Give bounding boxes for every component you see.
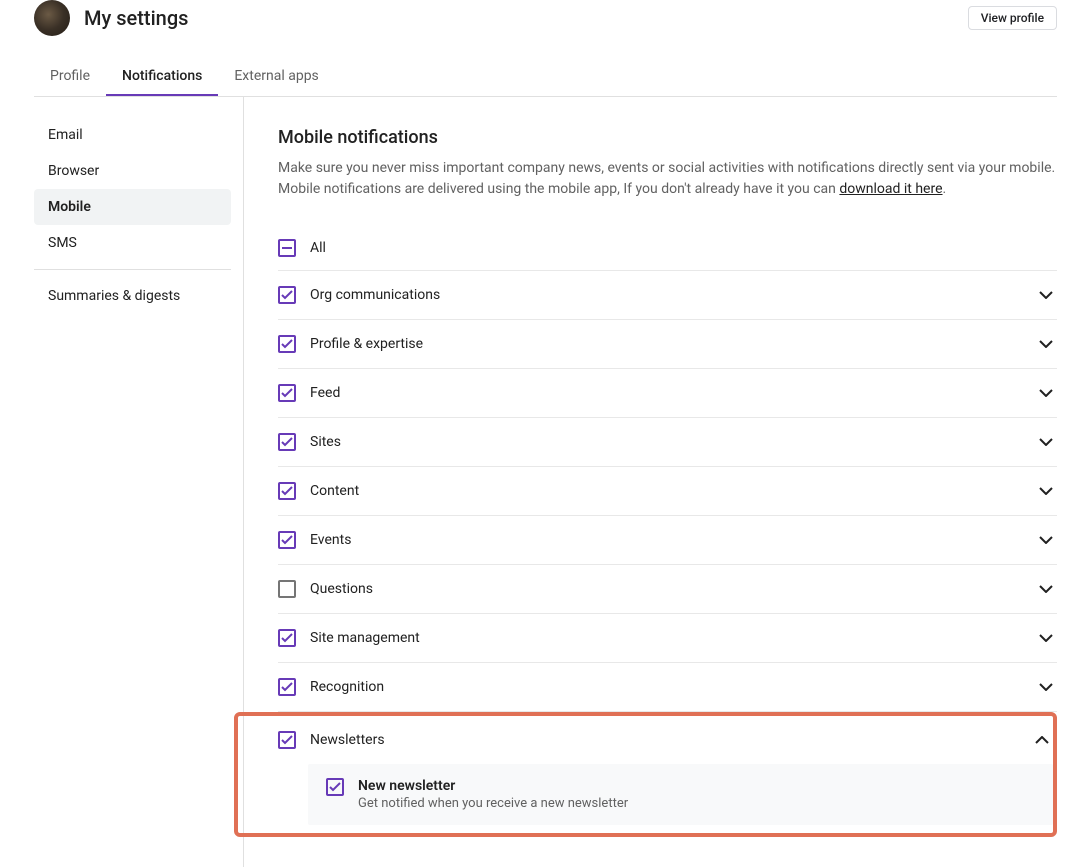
- sidebar-item-summaries[interactable]: Summaries & digests: [34, 278, 231, 314]
- sidebar-item-email[interactable]: Email: [34, 117, 231, 153]
- section-title: Mobile notifications: [278, 127, 1057, 148]
- settings-tabs: Profile Notifications External apps: [34, 58, 1057, 97]
- section-desc-period: .: [943, 181, 947, 197]
- download-link[interactable]: download it here: [839, 181, 942, 197]
- row-label-newsletters: Newsletters: [310, 732, 1031, 748]
- checkbox-events[interactable]: [278, 531, 296, 549]
- checkbox-recognition[interactable]: [278, 678, 296, 696]
- tab-notifications[interactable]: Notifications: [106, 58, 218, 96]
- row-content[interactable]: Content: [278, 467, 1057, 516]
- chevron-down-icon: [1035, 480, 1057, 502]
- row-events[interactable]: Events: [278, 516, 1057, 565]
- sidebar-item-mobile[interactable]: Mobile: [34, 189, 231, 225]
- chevron-down-icon: [1035, 431, 1057, 453]
- page-title: My settings: [84, 6, 968, 30]
- newsletters-highlight: Newsletters New newsletter Get notified …: [234, 712, 1057, 837]
- row-site-management[interactable]: Site management: [278, 614, 1057, 663]
- checkbox-new-newsletter[interactable]: [326, 778, 344, 796]
- checkbox-questions[interactable]: [278, 580, 296, 598]
- chevron-down-icon: [1035, 578, 1057, 600]
- row-label-site-management: Site management: [310, 630, 1035, 646]
- chevron-down-icon: [1035, 676, 1057, 698]
- row-newsletters[interactable]: Newsletters: [278, 716, 1053, 764]
- row-sites[interactable]: Sites: [278, 418, 1057, 467]
- row-label-recognition: Recognition: [310, 679, 1035, 695]
- row-feed[interactable]: Feed: [278, 369, 1057, 418]
- checkbox-feed[interactable]: [278, 384, 296, 402]
- tab-external-apps[interactable]: External apps: [218, 58, 334, 96]
- sub-desc-new-newsletter: Get notified when you receive a new news…: [358, 796, 628, 811]
- sidebar: Email Browser Mobile SMS Summaries & dig…: [34, 97, 244, 867]
- row-questions[interactable]: Questions: [278, 565, 1057, 614]
- checkbox-sites[interactable]: [278, 433, 296, 451]
- sidebar-item-browser[interactable]: Browser: [34, 153, 231, 189]
- chevron-down-icon: [1035, 382, 1057, 404]
- row-label-questions: Questions: [310, 581, 1035, 597]
- chevron-up-icon: [1031, 729, 1053, 751]
- row-label-all: All: [310, 240, 1057, 256]
- avatar[interactable]: [34, 0, 70, 36]
- row-profile-expertise[interactable]: Profile & expertise: [278, 320, 1057, 369]
- row-all[interactable]: All: [278, 226, 1057, 271]
- row-label-content: Content: [310, 483, 1035, 499]
- row-recognition[interactable]: Recognition: [278, 663, 1057, 712]
- sidebar-divider: [34, 269, 231, 270]
- sub-title-new-newsletter: New newsletter: [358, 778, 628, 794]
- row-label-feed: Feed: [310, 385, 1035, 401]
- chevron-down-icon: [1035, 284, 1057, 306]
- row-org[interactable]: Org communications: [278, 271, 1057, 320]
- checkbox-all[interactable]: [278, 239, 296, 257]
- checkbox-newsletters[interactable]: [278, 731, 296, 749]
- sidebar-item-sms[interactable]: SMS: [34, 225, 231, 261]
- checkbox-org[interactable]: [278, 286, 296, 304]
- section-description: Make sure you never miss important compa…: [278, 158, 1057, 200]
- checkbox-content[interactable]: [278, 482, 296, 500]
- view-profile-button[interactable]: View profile: [968, 6, 1057, 30]
- chevron-down-icon: [1035, 333, 1057, 355]
- row-label-org: Org communications: [310, 287, 1035, 303]
- row-label-profile-expertise: Profile & expertise: [310, 336, 1035, 352]
- chevron-down-icon: [1035, 529, 1057, 551]
- chevron-down-icon: [1035, 627, 1057, 649]
- checkbox-site-management[interactable]: [278, 629, 296, 647]
- tab-profile[interactable]: Profile: [34, 58, 106, 96]
- sub-row-new-newsletter[interactable]: New newsletter Get notified when you rec…: [308, 764, 1053, 825]
- row-label-events: Events: [310, 532, 1035, 548]
- checkbox-profile-expertise[interactable]: [278, 335, 296, 353]
- row-label-sites: Sites: [310, 434, 1035, 450]
